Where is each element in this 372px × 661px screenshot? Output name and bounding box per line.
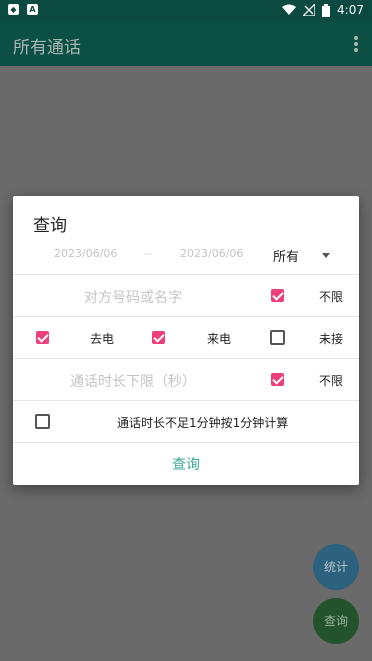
query-button-row: 查询 — [13, 443, 359, 485]
round-up-label: 通话时长不足1分钟按1分钟计算 — [117, 416, 289, 430]
wifi-icon — [282, 4, 297, 15]
page-title: 所有通话 — [13, 38, 81, 58]
app-bar: 所有通话 — [0, 22, 372, 66]
query-dialog: 查询 2023/06/06 -- 2023/06/06 所有 对方号码或名字 不… — [13, 196, 359, 485]
incoming-label: 来电 — [207, 332, 232, 346]
status-bar: ◆ A 4:07 — [0, 0, 372, 22]
date-to[interactable]: 2023/06/06 — [180, 247, 243, 260]
date-from[interactable]: 2023/06/06 — [54, 247, 117, 260]
duration-unlimited-label: 不限 — [319, 374, 344, 388]
shield-icon: ◆ — [8, 4, 19, 15]
battery-icon — [322, 3, 331, 17]
incoming-checkbox[interactable] — [152, 331, 165, 344]
duration-unlimited-checkbox[interactable] — [271, 373, 284, 386]
round-up-row: 通话时长不足1分钟按1分钟计算 — [13, 401, 359, 443]
duration-row: 通话时长下限（秒） 不限 — [13, 359, 359, 401]
query-fab-button[interactable]: 查询 — [313, 598, 359, 644]
dropdown-caret-icon[interactable] — [322, 253, 330, 258]
stats-fab-button[interactable]: 统计 — [313, 544, 359, 590]
call-types-row: 去电 来电 未接 — [13, 317, 359, 359]
dialog-title: 查询 — [33, 216, 67, 236]
outgoing-label: 去电 — [90, 332, 115, 346]
missed-checkbox[interactable] — [270, 330, 285, 345]
name-row: 对方号码或名字 不限 — [13, 275, 359, 317]
text-icon: A — [27, 4, 38, 15]
more-vert-icon[interactable] — [354, 36, 358, 54]
status-time: 4:07 — [337, 3, 364, 17]
outgoing-checkbox[interactable] — [36, 331, 49, 344]
name-unlimited-label: 不限 — [319, 290, 344, 304]
signal-off-icon — [303, 4, 316, 16]
missed-label: 未接 — [319, 332, 344, 346]
name-unlimited-checkbox[interactable] — [271, 289, 284, 302]
name-input[interactable]: 对方号码或名字 — [13, 287, 253, 307]
date-separator: -- — [144, 247, 152, 260]
call-type-select[interactable]: 所有 — [273, 246, 299, 265]
duration-input[interactable]: 通话时长下限（秒） — [13, 371, 253, 391]
query-button[interactable]: 查询 — [13, 454, 359, 474]
round-up-checkbox[interactable] — [35, 414, 50, 429]
date-range-row: 2023/06/06 -- 2023/06/06 所有 — [13, 240, 359, 275]
